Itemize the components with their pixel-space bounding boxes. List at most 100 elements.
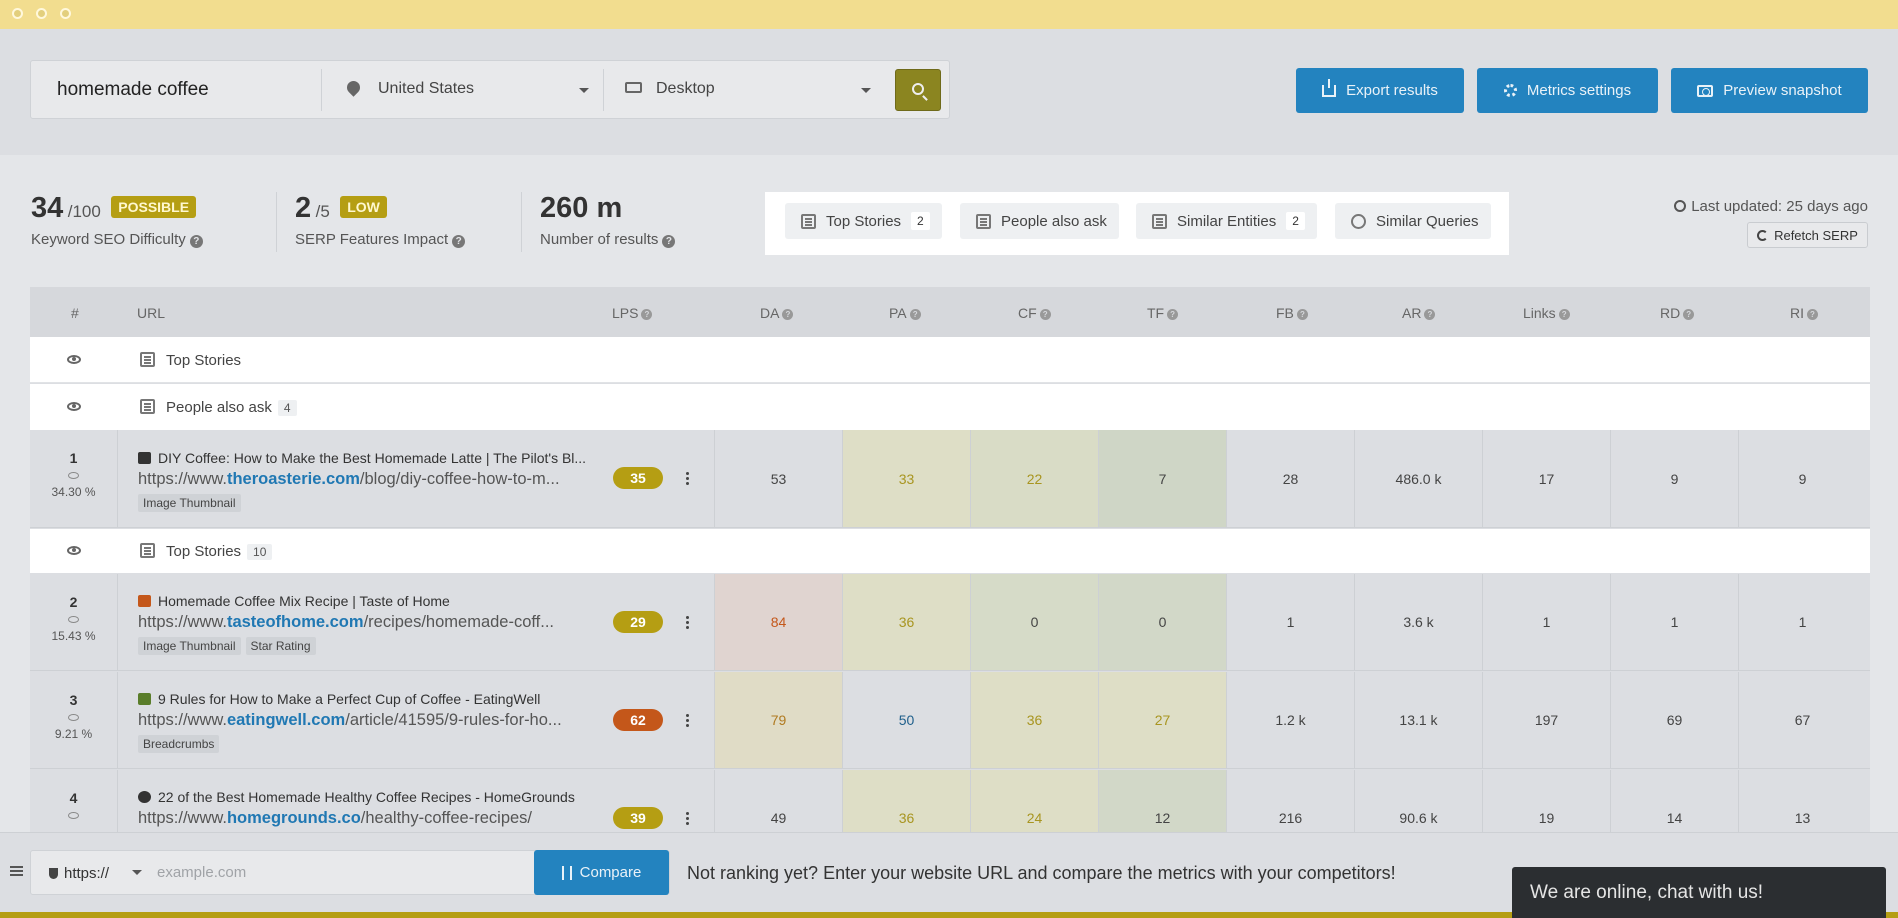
sfi-label: SERP Features Impact [295, 231, 449, 248]
chevron-down-icon[interactable] [579, 88, 589, 93]
search-button[interactable] [895, 69, 941, 111]
eye-icon[interactable] [68, 714, 79, 721]
serp-table: # URL LPS? DA? PA? CF? TF? FB? AR? Links… [30, 287, 1870, 832]
eye-icon[interactable] [68, 616, 79, 623]
eye-icon[interactable] [67, 355, 81, 364]
eye-icon[interactable] [67, 402, 81, 411]
feature-row-top-stories[interactable]: Top Stories 10 [30, 529, 1870, 573]
result-title[interactable]: Homemade Coffee Mix Recipe | Taste of Ho… [138, 593, 450, 609]
ar-cell: 90.6 k [1354, 770, 1482, 832]
window-control-icon[interactable] [60, 8, 71, 19]
menu-icon[interactable] [10, 866, 23, 868]
rank-cell: 2 15.43 % [30, 574, 118, 670]
ri-cell: 67 [1738, 672, 1866, 768]
fb-cell: 1.2 k [1226, 672, 1354, 768]
col-url[interactable]: URL [137, 305, 165, 321]
help-icon[interactable]: ? [189, 235, 203, 248]
col-ar-label: AR [1402, 305, 1422, 321]
feature-chip-similar-queries[interactable]: Similar Queries [1335, 203, 1491, 239]
result-url[interactable]: https://www.theroasterie.com/blog/diy-co… [138, 470, 560, 489]
row-menu-icon[interactable] [686, 719, 689, 722]
col-links-label: Links [1523, 305, 1556, 321]
feature-chip-top-stories[interactable]: Top Stories 2 [785, 203, 942, 239]
keyword-difficulty-metric: 34 /100 POSSIBLE Keyword SEO Difficulty? [31, 192, 203, 248]
results-label: Number of results [540, 231, 659, 248]
feature-label-text: People also ask [166, 399, 272, 416]
help-icon[interactable]: ? [1424, 309, 1436, 320]
result-title[interactable]: 22 of the Best Homemade Healthy Coffee R… [138, 789, 575, 805]
result-title[interactable]: DIY Coffee: How to Make the Best Homemad… [138, 450, 586, 466]
eye-icon[interactable] [68, 812, 79, 819]
result-url[interactable]: https://www.homegrounds.co/healthy-coffe… [138, 809, 532, 828]
col-rank[interactable]: # [71, 305, 79, 321]
people-also-ask-icon [140, 399, 155, 414]
favicon-icon [138, 791, 151, 803]
col-pa[interactable]: PA? [889, 305, 921, 321]
help-icon[interactable]: ? [641, 309, 653, 320]
location-select[interactable]: United States [344, 78, 474, 98]
ar-cell: 3.6 k [1354, 574, 1482, 670]
feature-chip-similar-entities[interactable]: Similar Entities 2 [1136, 203, 1317, 239]
eye-icon[interactable] [68, 472, 79, 479]
last-updated-text: Last updated: 25 days ago [1691, 198, 1868, 215]
feature-label-text: Top Stories [166, 543, 242, 560]
help-icon[interactable]: ? [909, 309, 921, 320]
da-cell: 79 [714, 672, 842, 768]
col-links[interactable]: Links? [1523, 305, 1570, 321]
chevron-down-icon[interactable] [861, 88, 871, 93]
result-url[interactable]: https://www.eatingwell.com/article/41595… [138, 711, 562, 730]
col-cf[interactable]: CF? [1018, 305, 1051, 321]
result-url[interactable]: https://www.tasteofhome.com/recipes/home… [138, 613, 554, 632]
rank-cell: 1 34.30 % [30, 430, 118, 527]
feature-row-top-stories[interactable]: Top Stories [30, 337, 1870, 383]
col-fb[interactable]: FB? [1276, 305, 1308, 321]
result-title[interactable]: 9 Rules for How to Make a Perfect Cup of… [138, 691, 540, 707]
row-menu-icon[interactable] [686, 621, 689, 624]
tag: Star Rating [245, 637, 316, 655]
help-icon[interactable]: ? [782, 309, 794, 320]
refetch-serp-button[interactable]: Refetch SERP [1747, 222, 1868, 248]
export-results-button[interactable]: Export results [1296, 68, 1464, 113]
window-control-icon[interactable] [36, 8, 47, 19]
help-icon[interactable]: ? [1296, 309, 1308, 320]
col-da[interactable]: DA? [760, 305, 794, 321]
help-icon[interactable]: ? [1039, 309, 1051, 320]
rd-cell: 14 [1610, 770, 1738, 832]
help-icon[interactable]: ? [1807, 309, 1818, 320]
url-path: /blog/diy-coffee-how-to-m... [359, 470, 560, 488]
help-icon[interactable]: ? [1683, 309, 1695, 320]
compare-button[interactable]: Compare [534, 850, 669, 895]
website-url-input[interactable] [151, 852, 561, 893]
col-tf[interactable]: TF? [1147, 305, 1179, 321]
eye-off-icon[interactable] [67, 546, 81, 555]
help-icon[interactable]: ? [662, 235, 676, 248]
sfi-badge: LOW [340, 196, 387, 218]
fb-cell: 1 [1226, 574, 1354, 670]
col-rd-label: RD [1660, 305, 1681, 321]
col-ar[interactable]: AR? [1402, 305, 1436, 321]
feature-chip-people-also-ask[interactable]: People also ask [960, 203, 1119, 239]
row-menu-icon[interactable] [686, 477, 689, 480]
help-icon[interactable]: ? [1167, 309, 1179, 320]
url-prefix: https://www. [138, 613, 227, 631]
preview-snapshot-button[interactable]: Preview snapshot [1671, 68, 1868, 113]
metrics-settings-button[interactable]: Metrics settings [1477, 68, 1658, 113]
help-icon[interactable]: ? [1558, 309, 1570, 320]
top-stories-icon [801, 213, 816, 229]
col-lps[interactable]: LPS? [612, 305, 653, 321]
col-rd[interactable]: RD? [1660, 305, 1695, 321]
row-menu-icon[interactable] [686, 817, 689, 820]
protocol-select[interactable]: https:// [49, 865, 109, 882]
rank-percent: 34.30 % [51, 485, 96, 499]
chat-widget[interactable]: We are online, chat with us! [1512, 867, 1886, 918]
window-control-icon[interactable] [12, 8, 23, 19]
device-select[interactable]: Desktop [625, 80, 715, 98]
col-cf-label: CF [1018, 305, 1037, 321]
col-ri[interactable]: RI? [1790, 305, 1818, 321]
chip-count: 2 [1286, 212, 1305, 230]
feature-row-people-also-ask[interactable]: People also ask 4 [30, 384, 1870, 430]
chevron-down-icon[interactable] [132, 870, 142, 875]
people-also-ask-icon [976, 213, 991, 229]
keyword-input[interactable]: homemade coffee [57, 79, 209, 101]
help-icon[interactable]: ? [452, 235, 466, 248]
